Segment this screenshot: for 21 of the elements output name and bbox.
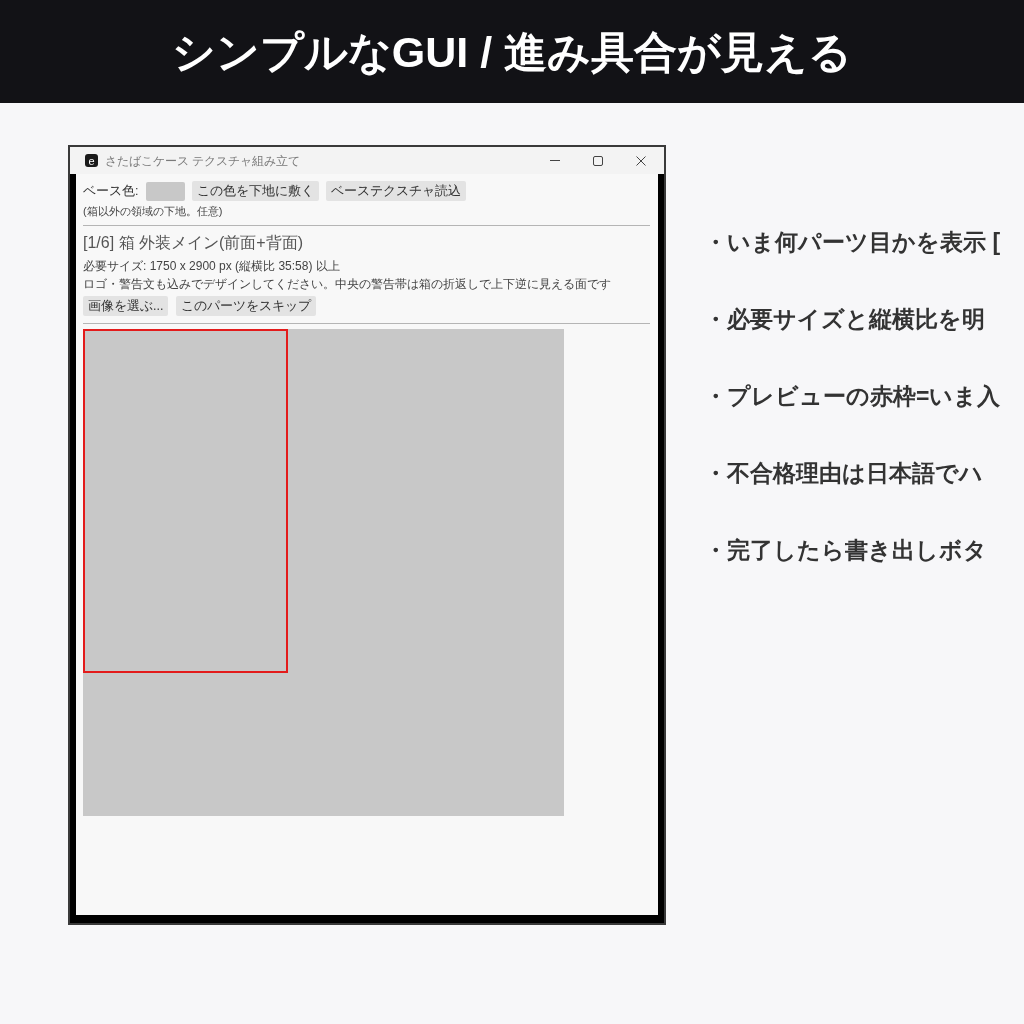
part-heading: [1/6] 箱 外装メイン(前面+背面) [83, 233, 305, 253]
page-title: シンプルなGUI / 進み具合が見える [171, 26, 853, 78]
window-title: さたばこケース テクスチャ組み立て [105, 152, 301, 170]
feature-bullet: ・完了したら書き出しボタ [704, 536, 988, 565]
base-color-note: (箱以外の領域の下地。任意) [83, 205, 224, 218]
minimize-icon [549, 160, 560, 161]
load-texture-button[interactable]: ベーステクスチャ読込 [326, 181, 467, 201]
close-icon [635, 155, 646, 166]
base-color-label: ベース色: [83, 182, 139, 200]
design-note: ロゴ・警告文も込みでデザインしてください。中央の警告帯は箱の折返しで上下逆に見える面です [83, 277, 612, 291]
feature-bullet: ・いま何パーツ目かを表示 [ [704, 228, 1001, 257]
feature-bullet: ・プレビューの赤枠=いま入 [704, 382, 1001, 411]
skip-part-button[interactable]: このパーツをスキップ [176, 296, 317, 316]
app-icon: e [85, 154, 98, 167]
required-size-text: 必要サイズ: 1750 x 2900 px (縦横比 35:58) 以上 [83, 259, 341, 273]
choose-image-button[interactable]: 画像を選ぶ... [83, 296, 169, 316]
feature-bullet: ・必要サイズと縦横比を明 [704, 305, 986, 334]
apply-color-button[interactable]: この色を下地に敷く [192, 181, 320, 201]
maximize-icon [592, 155, 603, 166]
color-swatch[interactable] [146, 181, 186, 201]
feature-bullet: ・不合格理由は日本語でハ [704, 459, 984, 488]
